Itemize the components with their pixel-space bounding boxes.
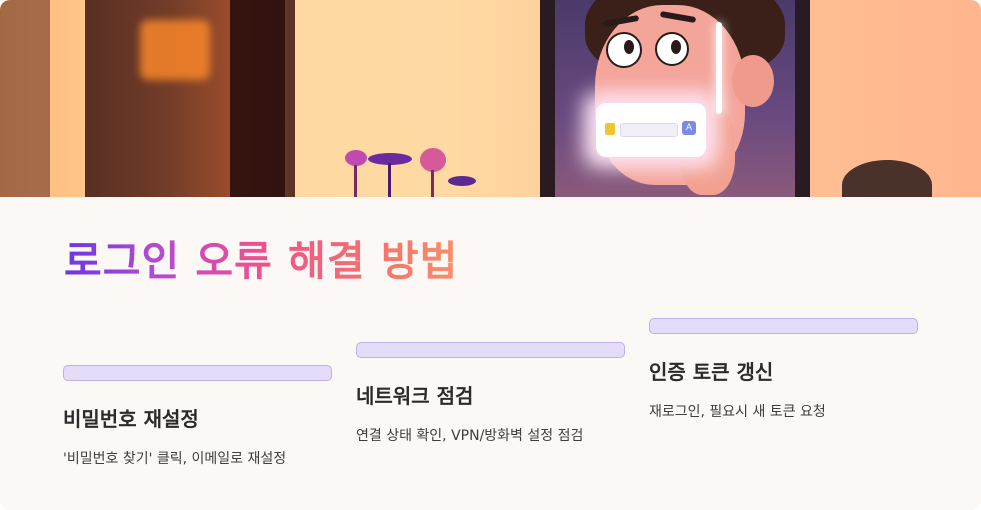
step-card: 비밀번호 재설정 '비밀번호 찾기' 클릭, 이메일로 재설정 bbox=[63, 365, 332, 468]
phone-input-field bbox=[620, 123, 678, 137]
step-title: 네트워크 점검 bbox=[356, 384, 474, 408]
character-pupil bbox=[671, 40, 681, 54]
step-description: 연결 상태 확인, VPN/방화벽 설정 점검 bbox=[356, 428, 584, 444]
main-content: 로그인 오류 해결 방법 비밀번호 재설정 '비밀번호 찾기' 클릭, 이메일로… bbox=[0, 197, 981, 510]
left-pillar bbox=[230, 0, 285, 197]
step-card: 네트워크 점검 연결 상태 확인, VPN/방화벽 설정 점검 bbox=[356, 342, 625, 445]
step-progress-bar bbox=[63, 365, 332, 381]
flower-icon bbox=[448, 176, 476, 186]
flower-icon bbox=[420, 148, 446, 172]
character-pupil bbox=[624, 40, 634, 54]
flower-stem bbox=[354, 165, 357, 197]
left-dark-shape bbox=[0, 0, 50, 197]
phone-lock-icon bbox=[605, 123, 615, 135]
flower-stem bbox=[431, 170, 434, 197]
step-description: 재로그인, 필요시 새 토큰 요청 bbox=[649, 404, 826, 420]
step-card: 인증 토큰 갱신 재로그인, 필요시 새 토큰 요청 bbox=[649, 318, 918, 421]
flower-icon bbox=[345, 150, 367, 166]
hero-illustration: A bbox=[0, 0, 981, 197]
character-ear bbox=[732, 55, 774, 107]
flower-stem bbox=[388, 163, 391, 197]
phone-badge-icon: A bbox=[682, 121, 696, 135]
step-progress-bar bbox=[356, 342, 625, 358]
info-card: A 로그인 오류 해결 방법 비밀번호 재설정 '비밀번호 찾기' 클릭, 이메… bbox=[0, 0, 981, 510]
step-title: 인증 토큰 갱신 bbox=[649, 360, 774, 384]
light-beam bbox=[716, 22, 722, 114]
right-plant bbox=[842, 160, 932, 197]
step-progress-bar bbox=[649, 318, 918, 334]
page-title: 로그인 오류 해결 방법 bbox=[64, 237, 459, 285]
step-description: '비밀번호 찾기' 클릭, 이메일로 재설정 bbox=[63, 451, 287, 467]
left-glow bbox=[140, 20, 210, 80]
step-title: 비밀번호 재설정 bbox=[63, 407, 199, 431]
